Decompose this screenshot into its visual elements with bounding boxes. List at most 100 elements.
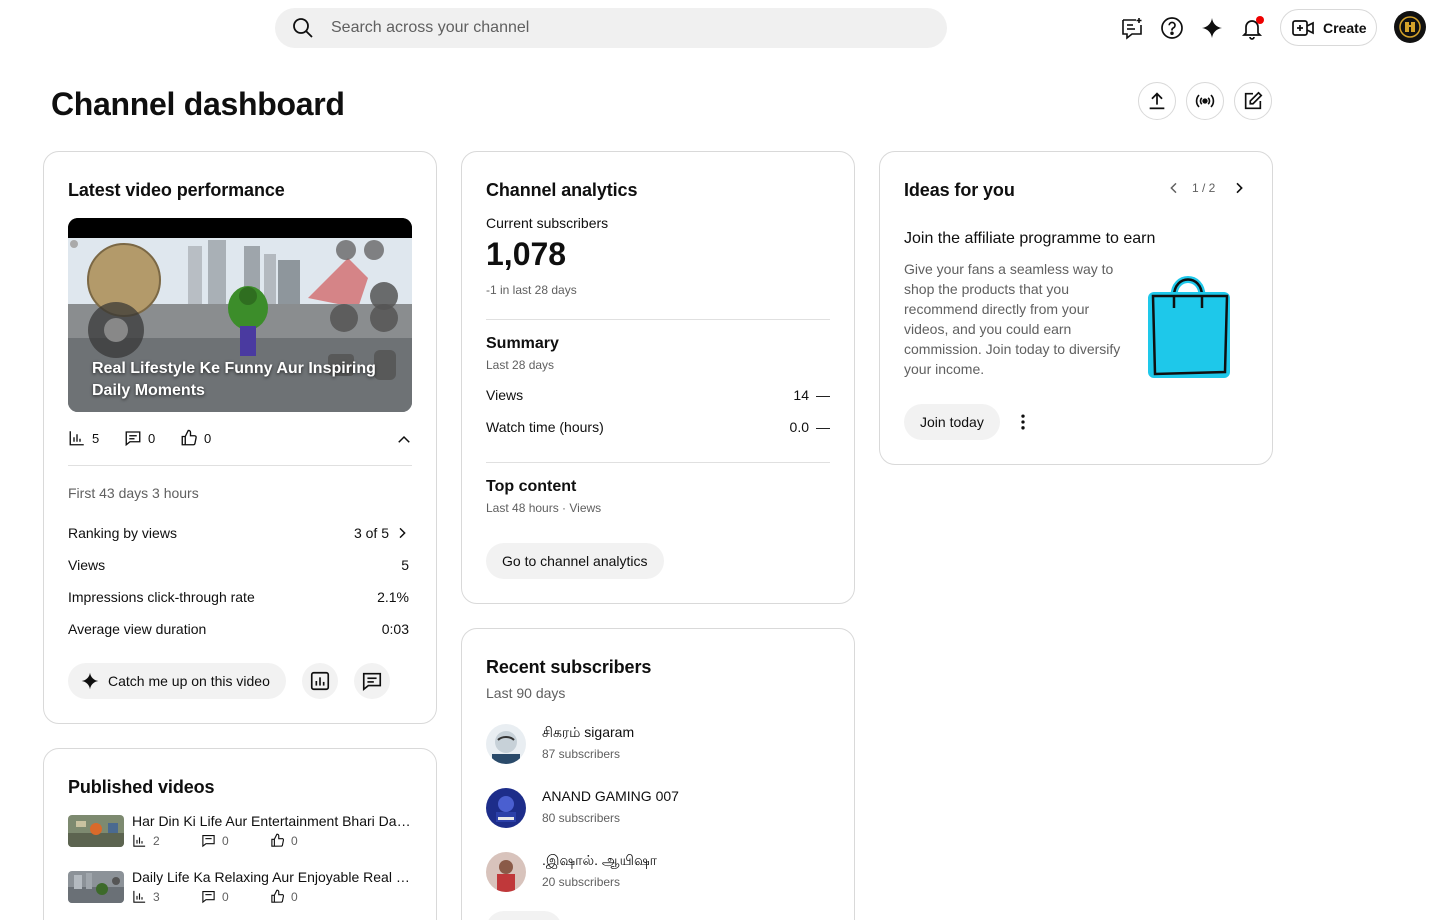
avd-value: 0:03 [381,621,409,637]
subscribers-change: -1 in last 28 days [486,283,577,297]
summary-views-label: Views [486,387,524,403]
subscriber-count: 20 subscribers [542,875,621,889]
video-title[interactable]: Daily Life Ka Relaxing Aur Enjoyable Rea… [132,869,412,885]
comment-icon [202,890,215,904]
subscribers-period: Last 90 days [486,685,566,701]
go-to-analytics-button[interactable]: Go to channel analytics [486,543,664,579]
recent-subscribers-card: Recent subscribers Last 90 days சிகரம் s… [461,628,855,920]
likes-count: 0 [291,833,298,848]
see-all-button[interactable] [486,911,562,920]
channel-analytics-card: Channel analytics Current subscribers 1,… [461,151,855,604]
ideas-pager: 1 / 2 [1192,181,1216,195]
collapse-chevron-up-icon[interactable] [395,431,413,449]
catch-me-up-label: Catch me up on this video [108,673,270,689]
video-analytics-button[interactable] [302,663,338,699]
period-label: First 43 days 3 hours [68,485,199,501]
shopping-bag-icon [1144,266,1234,382]
edit-icon [1244,91,1263,110]
video-thumbnail[interactable]: Real Lifestyle Ke Funny Aur Inspiring Da… [68,218,412,412]
avatar[interactable] [486,852,526,892]
ctr-label: Impressions click-through rate [68,589,255,605]
notification-dot [1256,16,1264,24]
subscriber-name[interactable]: சிகரம் sigaram [542,724,634,743]
ranking-value[interactable]: 3 of 5 [304,525,389,541]
views-label: Views [68,557,106,573]
help-icon[interactable] [1154,10,1190,46]
card-title: Channel analytics [486,180,638,200]
top-content-period: Last 48 hours · Views [486,501,602,515]
upload-icon [1149,92,1165,110]
views-count: 3 [153,889,160,904]
idea-heading: Join the affiliate programme to earn [904,230,1156,247]
chevron-right-icon[interactable] [1231,180,1247,196]
latest-video-card: Latest video performance Real Lifestyle … [43,151,437,724]
edit-channel-button[interactable] [1234,82,1272,120]
catch-me-up-button[interactable]: Catch me up on this video [68,663,286,699]
likes-stat: 0 [180,429,211,447]
views-stat: 2 [132,833,160,848]
video-title[interactable]: Har Din Ki Life Aur Entertainment Bhari … [132,813,412,829]
views-stat: 3 [132,889,160,904]
page-title: Channel dashboard [51,86,345,122]
analytics-icon [310,671,330,691]
card-title: Latest video performance [68,180,285,200]
thumbs-up-icon [181,429,197,446]
subscribers-value: 1,078 [486,236,567,272]
avatar[interactable] [486,788,526,828]
subscriber-name[interactable]: ANAND GAMING 007 [542,788,679,804]
summary-watchtime-trend: — [816,419,830,435]
card-title: Published videos [68,777,215,797]
divider [486,319,830,320]
likes-count: 0 [291,889,298,904]
comments-stat: 0 [124,429,155,447]
video-thumbnail[interactable] [68,871,124,903]
feedback-icon[interactable] [1114,10,1150,46]
views-count: 5 [92,430,100,446]
analytics-bars-icon [133,834,146,847]
comment-icon [125,431,141,447]
upload-button[interactable] [1138,82,1176,120]
search-input[interactable] [331,8,931,48]
ranking-chevron-right-icon[interactable] [394,525,410,541]
video-thumbnail[interactable] [68,815,124,847]
bell-icon[interactable] [1234,10,1270,46]
sparkle-icon[interactable] [1194,10,1230,46]
subscribers-label: Current subscribers [486,215,609,231]
views-value: 5 [401,557,409,573]
chevron-left-icon[interactable] [1166,180,1182,196]
comment-icon [202,834,215,848]
likes-count: 0 [204,430,212,446]
subscriber-name[interactable]: .இஷால். ஆயிஷா [542,852,657,871]
top-content-title: Top content [486,478,577,495]
summary-views-trend: — [816,387,830,403]
summary-period: Last 28 days [486,358,555,372]
video-comments-button[interactable] [354,663,390,699]
avd-label: Average view duration [68,621,207,637]
likes-stat: 0 [270,833,298,848]
search-icon[interactable] [291,16,315,40]
avatar[interactable] [486,724,526,764]
thumbs-up-icon [271,889,285,903]
comments-count: 0 [222,833,229,848]
published-videos-card: Published videos Har Din Ki Life Aur Ent… [43,748,437,920]
analytics-bars-icon [133,890,146,903]
top-bar: Create [0,0,1439,56]
summary-title: Summary [486,335,559,352]
comments-stat: 0 [201,889,229,904]
ideas-card: Ideas for you 1 / 2 Join the affiliate p… [879,151,1273,465]
summary-watchtime-value: 0.0 [789,419,809,435]
account-avatar[interactable] [1394,11,1426,43]
more-vert-icon[interactable] [1013,412,1033,432]
card-title: Ideas for you [904,180,1015,200]
likes-stat: 0 [270,889,298,904]
search-bar[interactable] [275,8,947,48]
comment-icon [362,672,382,691]
create-video-icon [1292,19,1314,36]
divider [68,465,412,466]
go-live-button[interactable] [1186,82,1224,120]
create-button[interactable]: Create [1280,9,1377,46]
subscriber-count: 87 subscribers [542,747,621,761]
views-stat: 5 [68,429,99,447]
join-today-button[interactable]: Join today [904,404,1000,440]
comments-count: 0 [148,430,156,446]
